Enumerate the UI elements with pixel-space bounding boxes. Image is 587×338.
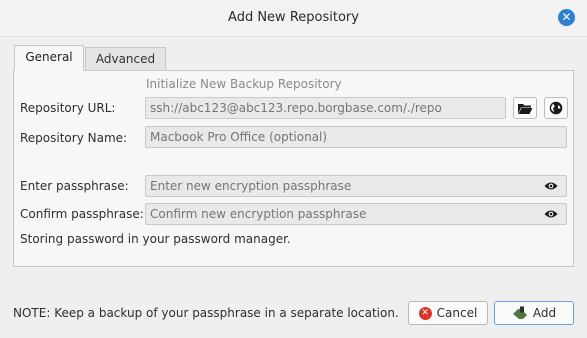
titlebar: Add New Repository ✕: [0, 0, 587, 37]
repo-name-input[interactable]: [145, 126, 567, 148]
add-repository-icon: [512, 306, 527, 319]
folder-open-icon: [518, 103, 533, 114]
tab-advanced[interactable]: Advanced: [85, 47, 166, 70]
eye-icon[interactable]: [544, 181, 558, 191]
tab-general[interactable]: General: [14, 45, 84, 71]
cancel-button[interactable]: ✕ Cancel: [408, 301, 488, 325]
repo-url-input[interactable]: [145, 97, 506, 119]
add-button-label: Add: [532, 306, 557, 320]
cancel-button-label: Cancel: [436, 306, 478, 320]
browse-folder-button[interactable]: [513, 97, 537, 119]
confirm-passphrase-label: Confirm passphrase:: [20, 207, 144, 221]
backup-note: NOTE: Keep a backup of your passphrase i…: [13, 306, 399, 320]
close-icon[interactable]: ✕: [558, 9, 575, 26]
confirm-passphrase-input[interactable]: [145, 203, 567, 225]
add-repository-dialog: Add New Repository ✕ General Advanced In…: [0, 0, 587, 338]
globe-icon: [549, 101, 563, 115]
add-button[interactable]: Add: [494, 301, 574, 325]
passphrase-label: Enter passphrase:: [20, 179, 129, 193]
eye-icon[interactable]: [544, 209, 558, 219]
form-heading: Initialize New Backup Repository: [146, 77, 342, 91]
cancel-icon: ✕: [418, 306, 432, 320]
remote-repository-button[interactable]: [544, 97, 568, 119]
passphrase-input[interactable]: [145, 175, 567, 197]
password-storage-status: Storing password in your password manage…: [20, 232, 291, 246]
dialog-title: Add New Repository: [228, 10, 359, 25]
repo-url-label: Repository URL:: [20, 101, 116, 115]
repo-name-label: Repository Name:: [20, 131, 128, 145]
